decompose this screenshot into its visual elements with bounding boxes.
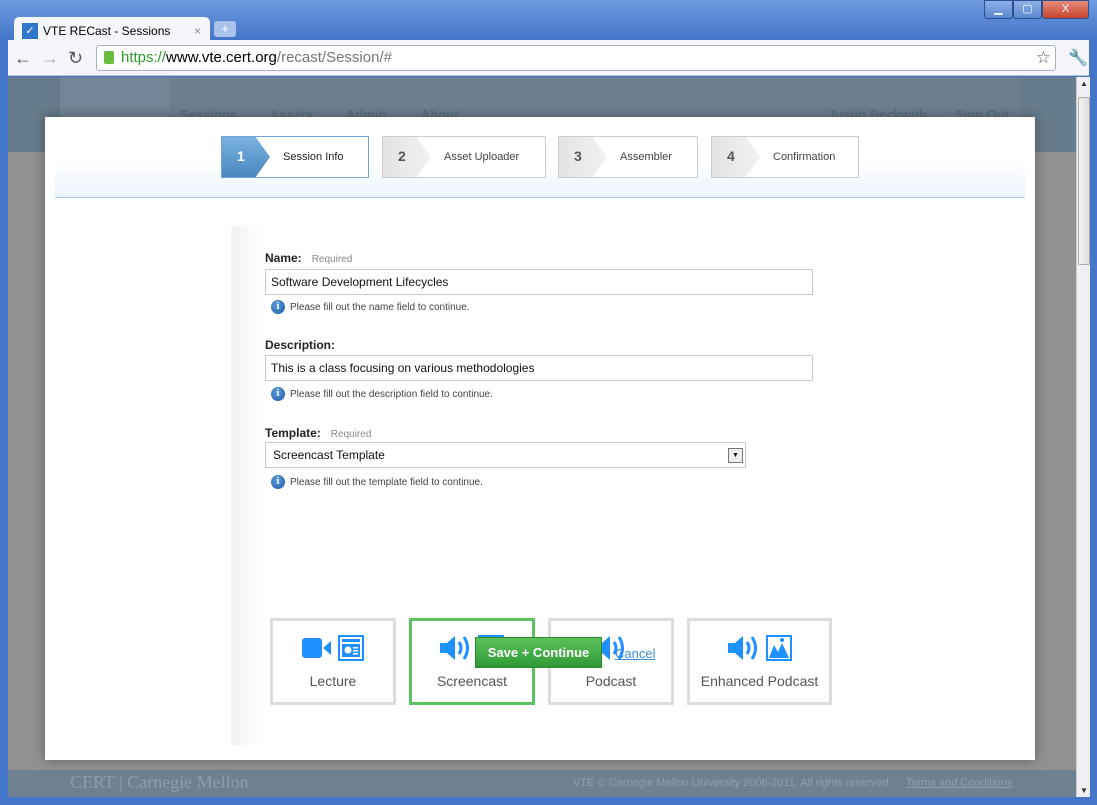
scrollbar[interactable]: ▲ ▼ [1076, 77, 1090, 797]
speaker-icon [440, 634, 472, 667]
step-label: Confirmation [773, 151, 836, 163]
description-input[interactable]: This is a class focusing on various meth… [265, 355, 813, 381]
description-hint: i Please fill out the description field t… [271, 387, 493, 401]
template-option-enhanced-podcast[interactable]: Enhanced Podcast [687, 618, 832, 705]
dropdown-arrow-icon[interactable]: ▼ [728, 448, 743, 463]
required-tag: Required [330, 429, 372, 440]
url-path: /recast/Session/# [276, 49, 392, 66]
name-input[interactable]: Software Development Lifecycles [265, 269, 813, 295]
new-tab-button[interactable]: + [214, 21, 236, 37]
close-tab-icon[interactable]: × [194, 24, 201, 38]
template-icons [690, 633, 829, 667]
url-scheme: https:// [121, 49, 167, 66]
address-bar[interactable]: https://www.vte.cert.org/recast/Session/… [96, 45, 1056, 71]
step-asset-uploader[interactable]: 2 Asset Uploader [382, 136, 546, 178]
copyright: VTE © Carnegie Mellon University 2006-20… [573, 777, 892, 789]
step-label: Session Info [283, 151, 344, 163]
description-label: Description: [265, 338, 336, 352]
step-confirmation[interactable]: 4 Confirmation [711, 136, 859, 178]
url-host: www.vte.cert.org [166, 49, 277, 66]
image-icon [765, 634, 792, 666]
bookmark-star-icon[interactable]: ☆ [1036, 46, 1051, 70]
back-icon[interactable]: ← [14, 48, 32, 69]
session-wizard-dialog: 1 Session Info 2 Asset Uploader 3 Assembler… [45, 117, 1035, 760]
template-value: Screencast Template [273, 448, 385, 462]
step-number: 4 [712, 137, 760, 177]
site-footer: CERT | Carnegie Mellon VTE © Carnegie Me… [8, 770, 1076, 797]
template-name: Screencast [436, 673, 508, 689]
tab-title: VTE RECast - Sessions [43, 24, 171, 38]
step-assembler[interactable]: 3 Assembler [558, 136, 698, 178]
template-name: Podcast [585, 673, 637, 689]
speaker-icon [727, 634, 760, 667]
required-tag: Required [311, 254, 353, 265]
cancel-link[interactable]: Cancel [615, 646, 655, 661]
step-session-info[interactable]: 1 Session Info [221, 136, 369, 178]
name-hint: i Please fill out the name field to conti… [271, 300, 470, 314]
scroll-down-icon[interactable]: ▼ [1080, 786, 1088, 795]
terms-link[interactable]: Terms and Conditions [906, 777, 1012, 789]
info-icon: i [271, 387, 285, 401]
maximize-button[interactable]: ▢ [1013, 0, 1042, 19]
step-label: Assembler [620, 151, 672, 163]
template-hint: i Please fill out the template field to c… [271, 475, 483, 489]
step-number: 2 [383, 137, 431, 177]
reload-icon[interactable]: ↻ [68, 48, 83, 69]
lock-icon [104, 51, 114, 64]
template-name: Enhanced Podcast [700, 673, 819, 689]
info-icon: i [271, 475, 285, 489]
minimize-button[interactable]: ▁ [984, 0, 1013, 19]
template-icons [273, 633, 393, 667]
browser-toolbar: ← → ↻ https://www.vte.cert.org/recast/Se… [8, 40, 1089, 76]
browser-tab[interactable]: ✓ VTE RECast - Sessions × [14, 17, 210, 41]
template-select[interactable]: Screencast Template ▼ [265, 442, 746, 468]
template-option-lecture[interactable]: Lecture [270, 618, 396, 705]
step-number: 1 [222, 137, 270, 177]
close-window-button[interactable]: X [1042, 0, 1089, 19]
template-name: Lecture [309, 673, 357, 689]
scroll-up-icon[interactable]: ▲ [1080, 79, 1088, 88]
window-controls: ▁ ▢ X [984, 0, 1089, 19]
forward-icon[interactable]: → [41, 48, 59, 69]
favicon-icon: ✓ [22, 23, 38, 39]
wrench-icon[interactable]: 🔧 [1068, 48, 1088, 68]
name-label: Name: Required [265, 251, 353, 265]
step-number: 3 [559, 137, 607, 177]
info-icon: i [271, 300, 285, 314]
cmu-logo: CERT | Carnegie Mellon [70, 772, 249, 792]
step-label: Asset Uploader [444, 151, 520, 163]
video-camera-icon [302, 636, 332, 665]
slide-icon [338, 634, 364, 666]
save-continue-button[interactable]: Save + Continue [475, 637, 602, 668]
template-label: Template: Required [265, 426, 372, 440]
wizard-steps: 1 Session Info 2 Asset Uploader 3 Assembler… [55, 117, 1025, 198]
scroll-thumb[interactable] [1078, 97, 1090, 265]
